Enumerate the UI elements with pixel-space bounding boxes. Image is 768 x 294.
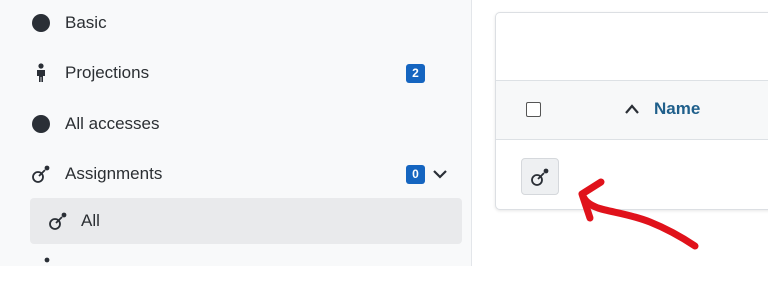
- data-table-card: Name: [495, 12, 768, 210]
- assign-icon: [531, 168, 549, 186]
- sidebar: Basic Projections 2 All accesses Assignm…: [0, 0, 472, 266]
- sidebar-item-basic[interactable]: Basic: [0, 0, 471, 46]
- sidebar-item-partial[interactable]: [0, 248, 471, 294]
- select-all-checkbox[interactable]: [526, 102, 541, 117]
- table-header-row: Name: [496, 81, 768, 140]
- sidebar-item-label: Assignments: [65, 164, 163, 183]
- chevron-down-icon[interactable]: [432, 166, 448, 182]
- circle-icon: [31, 114, 51, 134]
- sort-ascending-icon[interactable]: [624, 102, 640, 116]
- sidebar-item-projections[interactable]: Projections 2: [0, 50, 471, 96]
- sidebar-item-all-accesses[interactable]: All accesses: [0, 101, 471, 147]
- sidebar-item-assignments[interactable]: Assignments 0: [0, 151, 471, 197]
- column-header-name[interactable]: Name: [654, 99, 700, 119]
- row-action-button[interactable]: [521, 158, 559, 195]
- sidebar-subitem-all[interactable]: All: [30, 198, 462, 244]
- assign-icon: [48, 211, 68, 231]
- sidebar-item-label: Basic: [65, 13, 107, 32]
- assign-icon: [31, 164, 51, 184]
- assign-icon: [31, 256, 51, 276]
- sidebar-item-label: Projections: [65, 63, 150, 82]
- sidebar-item-label: All accesses: [65, 114, 160, 133]
- count-badge: 2: [406, 63, 425, 83]
- person-icon: [31, 63, 51, 83]
- sidebar-item-label: All: [81, 211, 100, 230]
- circle-icon: [31, 13, 51, 33]
- count-badge: 0: [406, 164, 425, 184]
